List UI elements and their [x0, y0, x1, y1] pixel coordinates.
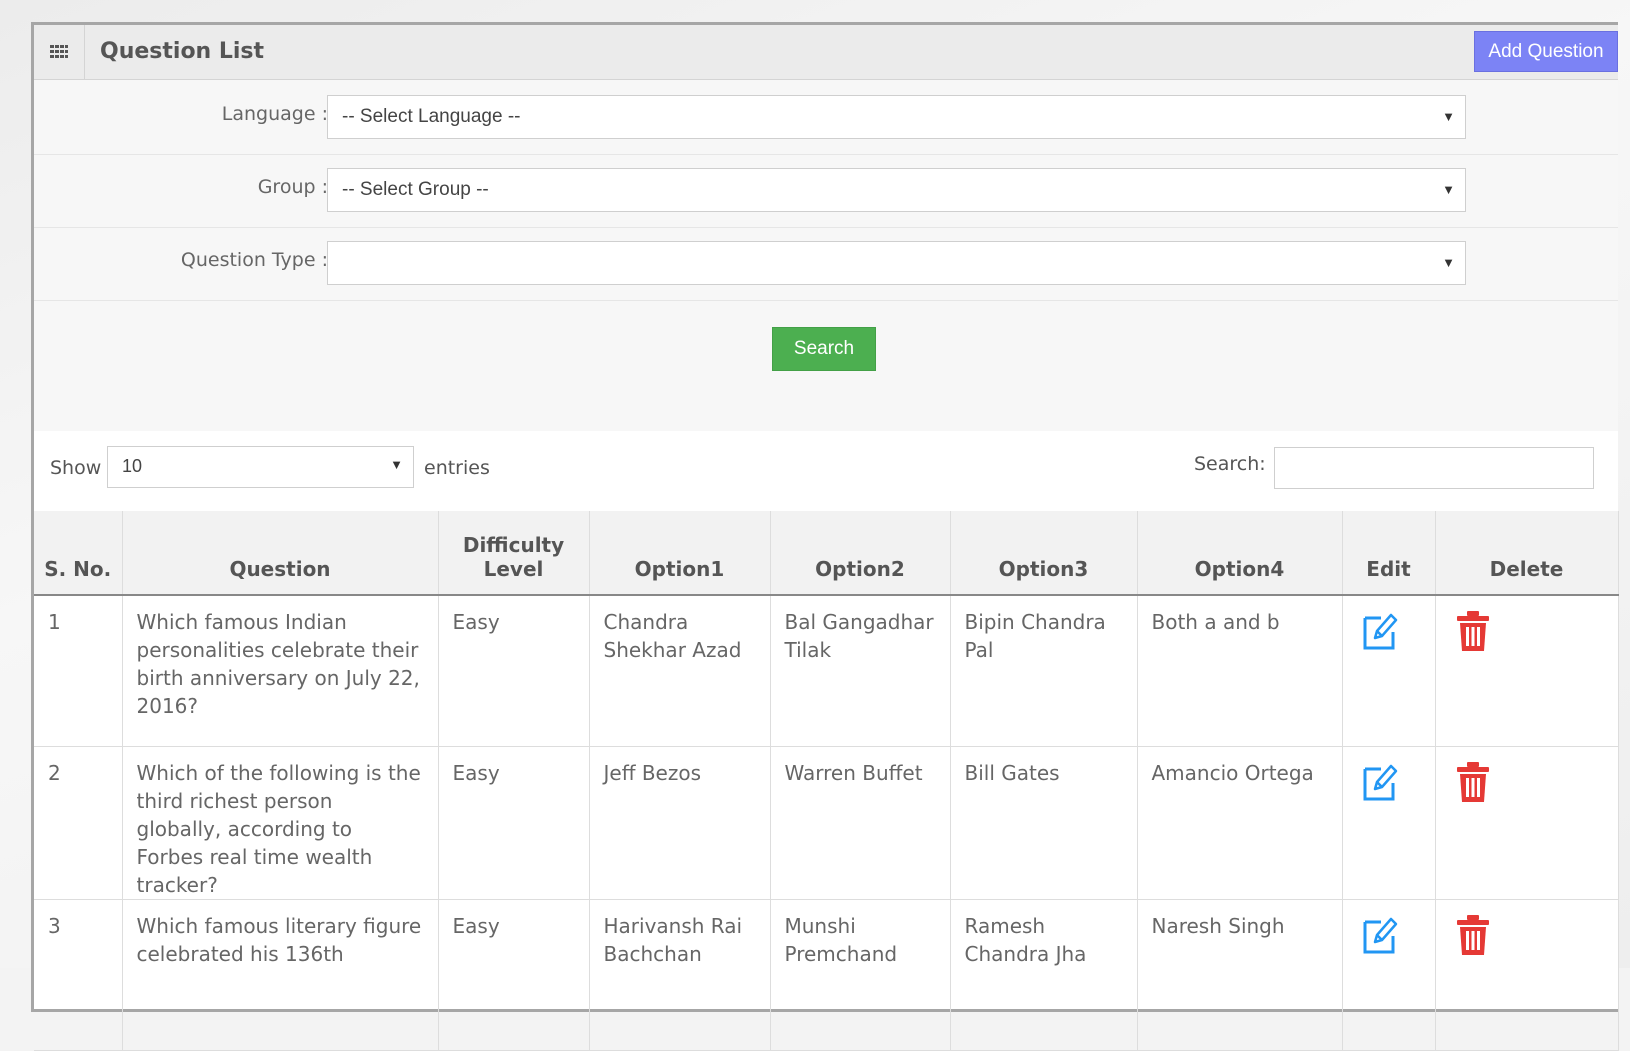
language-row: Language : -- Select Language -- ▼ — [34, 80, 1618, 155]
edit-cell — [1342, 595, 1436, 747]
filter-form: Language : -- Select Language -- ▼ Group… — [34, 80, 1618, 431]
sno-cell: 2 — [34, 746, 123, 900]
trash-icon[interactable] — [1450, 915, 1490, 961]
sno-cell: 1 — [34, 595, 123, 747]
option2-cell: Warren Buffet — [770, 746, 951, 900]
edit-icon[interactable] — [1357, 613, 1399, 657]
question-list-panel: Question List Add Question Language : --… — [31, 22, 1619, 1051]
question-table: S. No. Question Difficulty Level Option1… — [34, 511, 1619, 1051]
option4-cell: Both a and b — [1137, 595, 1343, 747]
header-delete: Delete — [1435, 511, 1619, 596]
header-sno[interactable]: S. No. — [34, 511, 123, 596]
language-label: Language : — [221, 103, 328, 125]
header-question[interactable]: Question — [122, 511, 439, 596]
edit-icon[interactable] — [1357, 917, 1399, 961]
table-row: 2 Which of the following is the third ri… — [34, 746, 1619, 900]
edit-icon[interactable] — [1357, 764, 1399, 808]
table-header-row: S. No. Question Difficulty Level Option1… — [34, 511, 1619, 596]
group-label: Group : — [257, 176, 328, 198]
group-select[interactable]: -- Select Group -- ▼ — [327, 168, 1466, 212]
option1-cell: Chandra Shekhar Azad — [589, 595, 771, 747]
show-label: Show — [50, 457, 102, 479]
header-difficulty[interactable]: Difficulty Level — [438, 511, 590, 596]
option1-cell: Harivansh Rai Bachchan — [589, 899, 771, 1051]
table-row: 1 Which famous Indian personalities cele… — [34, 595, 1619, 747]
panel-header: Question List Add Question — [34, 25, 1618, 80]
header-option1[interactable]: Option1 — [589, 511, 771, 596]
question-cell: Which famous Indian personalities celebr… — [122, 595, 439, 747]
grid-icon — [34, 25, 85, 79]
language-select[interactable]: -- Select Language -- ▼ — [327, 95, 1466, 139]
chevron-down-icon: ▼ — [1442, 255, 1455, 270]
language-select-value: -- Select Language -- — [342, 106, 521, 127]
trash-icon[interactable] — [1450, 611, 1490, 657]
option3-cell: Bill Gates — [950, 746, 1138, 900]
option2-cell: Munshi Premchand — [770, 899, 951, 1051]
delete-cell — [1435, 899, 1619, 1051]
option3-cell: Bipin Chandra Pal — [950, 595, 1138, 747]
difficulty-cell: Easy — [438, 595, 590, 747]
question-type-row: Question Type : ▼ — [34, 226, 1618, 301]
group-row: Group : -- Select Group -- ▼ — [34, 153, 1618, 228]
question-type-label: Question Type : — [180, 249, 328, 271]
edit-cell — [1342, 899, 1436, 1051]
sno-cell: 3 — [34, 899, 123, 1051]
header-edit: Edit — [1342, 511, 1436, 596]
trash-icon[interactable] — [1450, 762, 1490, 808]
page-length-select[interactable]: 10 ▼ — [107, 446, 414, 488]
question-type-select[interactable]: ▼ — [327, 241, 1466, 285]
page-length-value: 10 — [122, 456, 143, 476]
table-tools: Show 10 ▼ entries Search: — [34, 431, 1618, 511]
option4-cell: Amancio Ortega — [1137, 746, 1343, 900]
delete-cell — [1435, 595, 1619, 747]
option4-cell: Naresh Singh — [1137, 899, 1343, 1051]
chevron-down-icon: ▼ — [390, 457, 403, 472]
option3-cell: Ramesh Chandra Jha — [950, 899, 1138, 1051]
header-option2[interactable]: Option2 — [770, 511, 951, 596]
question-cell: Which famous literary figure celebrated … — [122, 899, 439, 1051]
table-search-input[interactable] — [1274, 447, 1594, 489]
table-row: 3 Which famous literary figure celebrate… — [34, 899, 1619, 1051]
difficulty-cell: Easy — [438, 899, 590, 1051]
chevron-down-icon: ▼ — [1442, 109, 1455, 124]
entries-label: entries — [424, 457, 490, 479]
option1-cell: Jeff Bezos — [589, 746, 771, 900]
difficulty-cell: Easy — [438, 746, 590, 900]
chevron-down-icon: ▼ — [1442, 182, 1455, 197]
header-option4[interactable]: Option4 — [1137, 511, 1343, 596]
delete-cell — [1435, 746, 1619, 900]
question-cell: Which of the following is the third rich… — [122, 746, 439, 900]
search-label: Search: — [1194, 453, 1266, 475]
header-option3[interactable]: Option3 — [950, 511, 1138, 596]
option2-cell: Bal Gangadhar Tilak — [770, 595, 951, 747]
group-select-value: -- Select Group -- — [342, 179, 489, 200]
search-button[interactable]: Search — [772, 327, 876, 371]
add-question-button[interactable]: Add Question — [1474, 31, 1618, 72]
edit-cell — [1342, 746, 1436, 900]
page-title: Question List — [100, 39, 265, 64]
